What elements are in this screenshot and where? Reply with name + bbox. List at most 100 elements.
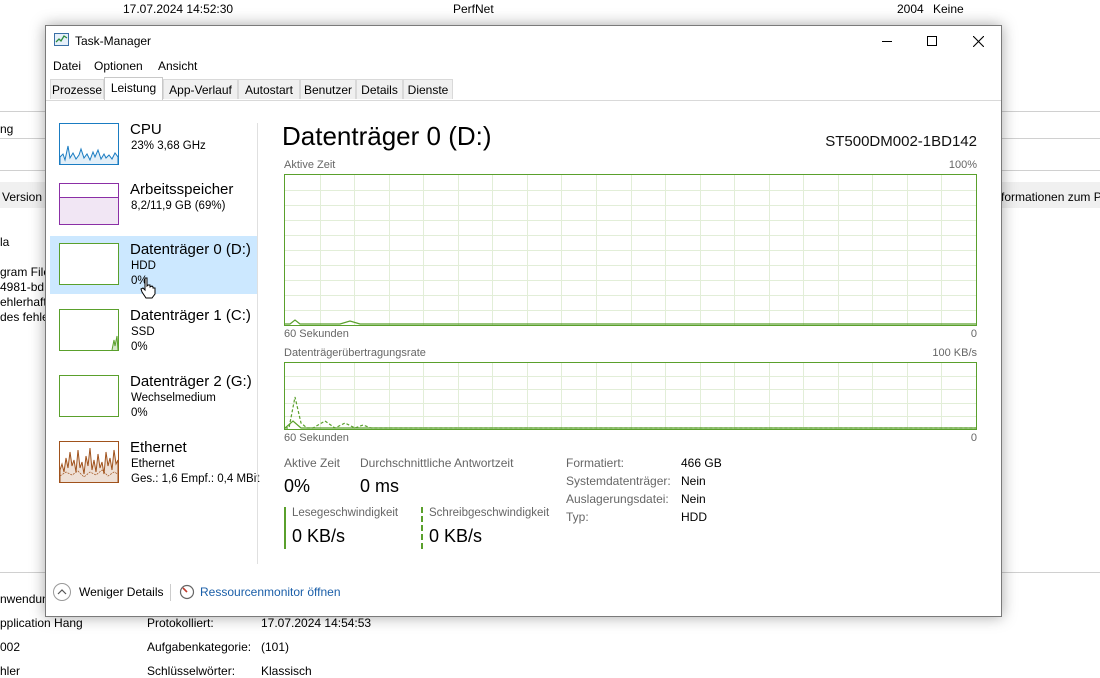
sidebar-sub: Wechselmedium	[131, 392, 216, 404]
event-source[interactable]: PerfNet	[453, 2, 494, 16]
sidebar-sub: Ethernet	[131, 458, 175, 470]
keywords-label: Schlüsselwörter:	[147, 664, 236, 678]
sidebar-item-disk-1[interactable]: Datenträger 1 (C:) SSD 0%	[50, 302, 257, 360]
resource-monitor-icon	[179, 584, 195, 600]
tab-app-verlauf[interactable]: App-Verlauf	[163, 79, 238, 99]
tab-divider	[46, 100, 1001, 101]
active-time-graph-canvas	[285, 175, 976, 325]
disk1-thumbnail	[59, 309, 119, 351]
prop-type-value: HDD	[681, 510, 707, 524]
sidebar-sub: HDD	[131, 260, 156, 272]
tab-autostart[interactable]: Autostart	[238, 79, 300, 99]
active-time-x-label: 60 Sekunden	[284, 328, 349, 340]
sidebar-sub: Ges.: 1,6 Empf.: 0,4 MBit	[131, 473, 260, 485]
read-speed-label: Lesegeschwindigkeit	[292, 507, 399, 519]
active-time-graph-max: 100%	[948, 159, 977, 171]
event-date[interactable]: 17.07.2024 14:52:30	[123, 2, 233, 16]
write-speed-value: 0 KB/s	[429, 526, 483, 546]
task-manager-window: Task-Manager Datei Optionen Ansicht Proz…	[45, 25, 1002, 617]
prop-formatted-value: 466 GB	[681, 456, 722, 470]
sidebar-item-cpu[interactable]: CPU 23% 3,68 GHz	[50, 116, 257, 174]
menu-datei[interactable]: Datei	[53, 59, 81, 73]
resource-monitor-link[interactable]: Ressourcenmonitor öffnen	[200, 585, 341, 599]
prop-system-disk-label: Systemdatenträger:	[566, 474, 671, 488]
bg-column-header: ng	[0, 122, 14, 136]
active-time-value: 0%	[284, 476, 311, 496]
tab-leistung[interactable]: Leistung	[104, 77, 163, 100]
bg-text-fragment: la	[0, 235, 10, 249]
disk2-thumbnail	[59, 375, 119, 417]
footer-separator	[170, 584, 171, 601]
transfer-rate-graph-min: 0	[970, 432, 977, 444]
bg-detail-fragment: pplication Hang	[0, 616, 83, 630]
write-speed-label: Schreibgeschwindigkeit	[429, 507, 550, 519]
hand-cursor-icon	[140, 277, 156, 299]
page-title: Datenträger 0 (D:)	[282, 121, 492, 151]
sidebar-sub: 23% 3,68 GHz	[131, 140, 206, 152]
maximize-button[interactable]	[909, 26, 955, 56]
active-time-graph-min: 0	[970, 328, 977, 340]
prop-formatted-label: Formatiert:	[566, 456, 625, 470]
bg-version-label: Version	[2, 190, 43, 204]
close-button[interactable]	[955, 26, 1001, 56]
prop-pagefile-value: Nein	[681, 492, 706, 506]
sidebar-title: CPU	[130, 121, 162, 138]
active-time-graph	[284, 174, 977, 326]
memory-thumbnail	[59, 183, 119, 225]
sidebar-sub: 8,2/11,9 GB (69%)	[131, 200, 226, 212]
sidebar-sub: 0%	[131, 407, 148, 419]
sidebar-title: Arbeitsspeicher	[130, 181, 234, 198]
prop-system-disk-value: Nein	[681, 474, 706, 488]
write-speed-indicator	[421, 507, 423, 549]
task-category-label: Aufgabenkategorie:	[147, 640, 252, 654]
bg-detail-fragment: 002	[0, 640, 21, 654]
tab-dienste[interactable]: Dienste	[403, 79, 453, 99]
event-category[interactable]: Keine	[933, 2, 964, 16]
logged-value: 17.07.2024 14:54:53	[261, 616, 372, 630]
cpu-thumbnail	[59, 123, 119, 165]
keywords-value: Klassisch	[261, 664, 312, 678]
active-time-label: Aktive Zeit	[284, 456, 341, 470]
close-icon	[972, 35, 984, 47]
sidebar-sub: SSD	[131, 326, 155, 338]
less-details-button[interactable]	[53, 583, 71, 601]
tab-details[interactable]: Details	[356, 79, 403, 99]
event-id[interactable]: 2004	[897, 2, 924, 16]
bg-text-fragment: gram File	[0, 265, 51, 279]
menu-ansicht[interactable]: Ansicht	[158, 59, 197, 73]
response-time-label: Durchschnittliche Antwortzeit	[360, 456, 514, 470]
transfer-rate-graph-canvas	[285, 363, 976, 429]
sidebar-item-memory[interactable]: Arbeitsspeicher 8,2/11,9 GB (69%)	[50, 176, 257, 234]
minimize-button[interactable]	[864, 26, 910, 56]
read-speed-value: 0 KB/s	[292, 526, 346, 546]
bg-detail-fragment: nwendun	[0, 592, 49, 606]
active-time-graph-label: Aktive Zeit	[284, 159, 336, 171]
read-speed-indicator	[284, 507, 286, 549]
bg-info-label: formationen zum P	[1001, 190, 1100, 204]
sidebar-title: Datenträger 2 (G:)	[130, 373, 252, 390]
tab-prozesse[interactable]: Prozesse	[50, 79, 104, 99]
maximize-icon	[927, 36, 937, 46]
task-manager-icon	[54, 33, 69, 46]
sidebar-item-disk-0[interactable]: Datenträger 0 (D:) HDD 0%	[50, 236, 257, 299]
transfer-rate-graph-max: 100 KB/s	[932, 347, 977, 359]
disk0-thumbnail	[59, 243, 119, 285]
sidebar-title: Ethernet	[130, 439, 187, 456]
tab-benutzer[interactable]: Benutzer	[300, 79, 356, 99]
title-bar[interactable]: Task-Manager	[46, 26, 1001, 56]
sidebar-divider	[257, 123, 258, 564]
prop-type-label: Typ:	[566, 510, 589, 524]
bg-detail-fragment: hler	[0, 664, 21, 678]
sidebar-item-ethernet[interactable]: Ethernet Ethernet Ges.: 1,6 Empf.: 0,4 M…	[50, 434, 260, 492]
sidebar-item-disk-2[interactable]: Datenträger 2 (G:) Wechselmedium 0%	[50, 368, 257, 426]
sidebar-title: Datenträger 1 (C:)	[130, 307, 251, 324]
bg-text-fragment: 4981-bd	[0, 280, 45, 294]
task-category-value: (101)	[261, 640, 290, 654]
response-time-value: 0 ms	[360, 476, 400, 496]
bg-text-fragment: des fehle	[0, 310, 49, 324]
logged-label: Protokolliert:	[147, 616, 214, 630]
menu-optionen[interactable]: Optionen	[94, 59, 143, 73]
ethernet-thumbnail	[59, 441, 119, 483]
transfer-rate-x-label: 60 Sekunden	[284, 432, 349, 444]
less-details-label[interactable]: Weniger Details	[79, 585, 163, 599]
